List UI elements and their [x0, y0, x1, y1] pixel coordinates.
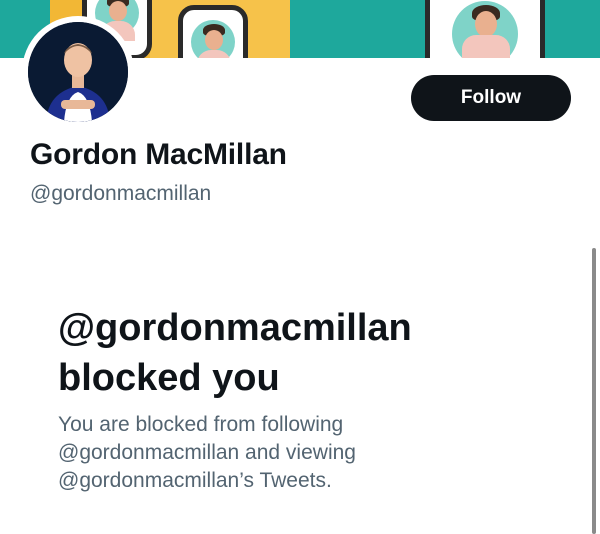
banner-phone-illustration [425, 0, 545, 58]
blocked-description-line: @gordonmacmillan’s Tweets. [58, 469, 332, 492]
page-scrollbar[interactable] [592, 248, 596, 534]
blocked-description-line: @gordonmacmillan and viewing [58, 441, 356, 464]
profile-display-name: Gordon MacMillan [30, 138, 287, 171]
banner-phone-illustration [178, 5, 248, 58]
blocked-heading-line: @gordonmacmillan [58, 307, 412, 349]
avatar-photo [28, 22, 128, 122]
blocked-heading: @gordonmacmillan blocked you [58, 303, 538, 403]
blocked-description-line: You are blocked from following [58, 413, 344, 436]
follow-button[interactable]: Follow [411, 75, 571, 121]
person-avatar-icon [28, 22, 128, 122]
blocked-description: You are blocked from following @gordonma… [58, 411, 498, 495]
blocked-heading-line: blocked you [58, 357, 280, 399]
profile-avatar[interactable] [22, 16, 134, 128]
profile-handle: @gordonmacmillan [30, 182, 212, 205]
